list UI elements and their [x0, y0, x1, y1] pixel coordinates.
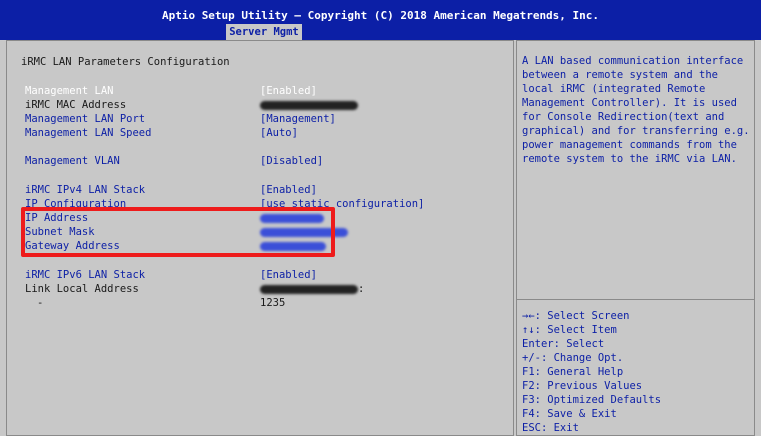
setting-label: Management LAN	[25, 85, 114, 97]
setting-ipv6-stack[interactable]: iRMC IPv6 LAN Stack [Enabled]	[25, 268, 513, 282]
title-bar: Aptio Setup Utility – Copyright (C) 2018…	[0, 0, 761, 40]
setting-ipv4-stack[interactable]: iRMC IPv4 LAN Stack [Enabled]	[25, 183, 513, 197]
setting-prefix: - 1235	[25, 296, 513, 310]
setting-link-local: Link Local Address :	[25, 282, 513, 296]
setting-label: iRMC IPv4 LAN Stack	[25, 184, 146, 196]
tab-server-mgmt[interactable]: Server Mgmt	[226, 24, 302, 40]
settings-panel: iRMC LAN Parameters Configuration Manage…	[6, 40, 514, 436]
app-title: Aptio Setup Utility – Copyright (C) 2018…	[161, 9, 600, 22]
help-text: A LAN based communication interface betw…	[522, 55, 756, 165]
setting-lan-speed[interactable]: Management LAN Speed [Auto]	[25, 126, 513, 140]
setting-label: iRMC MAC Address	[25, 99, 127, 111]
key-legend: →←: Select Screen ↑↓: Select Item Enter:…	[522, 309, 750, 435]
help-panel: A LAN based communication interface betw…	[516, 40, 755, 436]
help-divider	[517, 299, 754, 300]
key-general-help: F1: General Help	[522, 366, 624, 378]
setting-value[interactable]: [Auto]	[260, 126, 298, 140]
setting-value[interactable]: [Enabled]	[260, 183, 317, 197]
key-change-opt: +/-: Change Opt.	[522, 352, 624, 364]
setting-label: -	[37, 297, 44, 309]
setting-management-lan[interactable]: Management LAN [Enabled]	[25, 84, 513, 98]
setting-label: Management LAN Speed	[25, 127, 152, 139]
setting-value[interactable]: [Enabled]	[260, 84, 317, 98]
setting-label: Management LAN Port	[25, 113, 146, 125]
setting-value[interactable]: [Enabled]	[260, 268, 317, 282]
mac-address-value-redacted	[260, 98, 358, 112]
setting-vlan[interactable]: Management VLAN [Disabled]	[25, 154, 513, 168]
setting-label: iRMC IPv6 LAN Stack	[25, 269, 146, 281]
key-optimized-defaults: F3: Optimized Defaults	[522, 394, 662, 406]
setting-value[interactable]: [Disabled]	[260, 154, 323, 168]
key-escape-exit: ESC: Exit	[522, 422, 579, 434]
key-select-item: ↑↓: Select Item	[522, 324, 617, 336]
link-local-suffix: :	[358, 283, 365, 295]
setting-value: 1235	[260, 297, 286, 309]
key-previous-values: F2: Previous Values	[522, 380, 643, 392]
setting-label: Management VLAN	[25, 155, 120, 167]
key-select-screen: →←: Select Screen	[522, 310, 630, 322]
setting-label: Link Local Address	[25, 283, 139, 295]
highlight-box	[21, 207, 335, 257]
setting-lan-port[interactable]: Management LAN Port [Management]	[25, 112, 513, 126]
setting-value[interactable]: [Management]	[260, 112, 336, 126]
setting-mac-address: iRMC MAC Address	[25, 98, 513, 112]
key-enter-select: Enter: Select	[522, 338, 605, 350]
key-save-exit: F4: Save & Exit	[522, 408, 617, 420]
section-title: iRMC LAN Parameters Configuration	[21, 56, 230, 68]
link-local-value: :	[260, 282, 364, 296]
